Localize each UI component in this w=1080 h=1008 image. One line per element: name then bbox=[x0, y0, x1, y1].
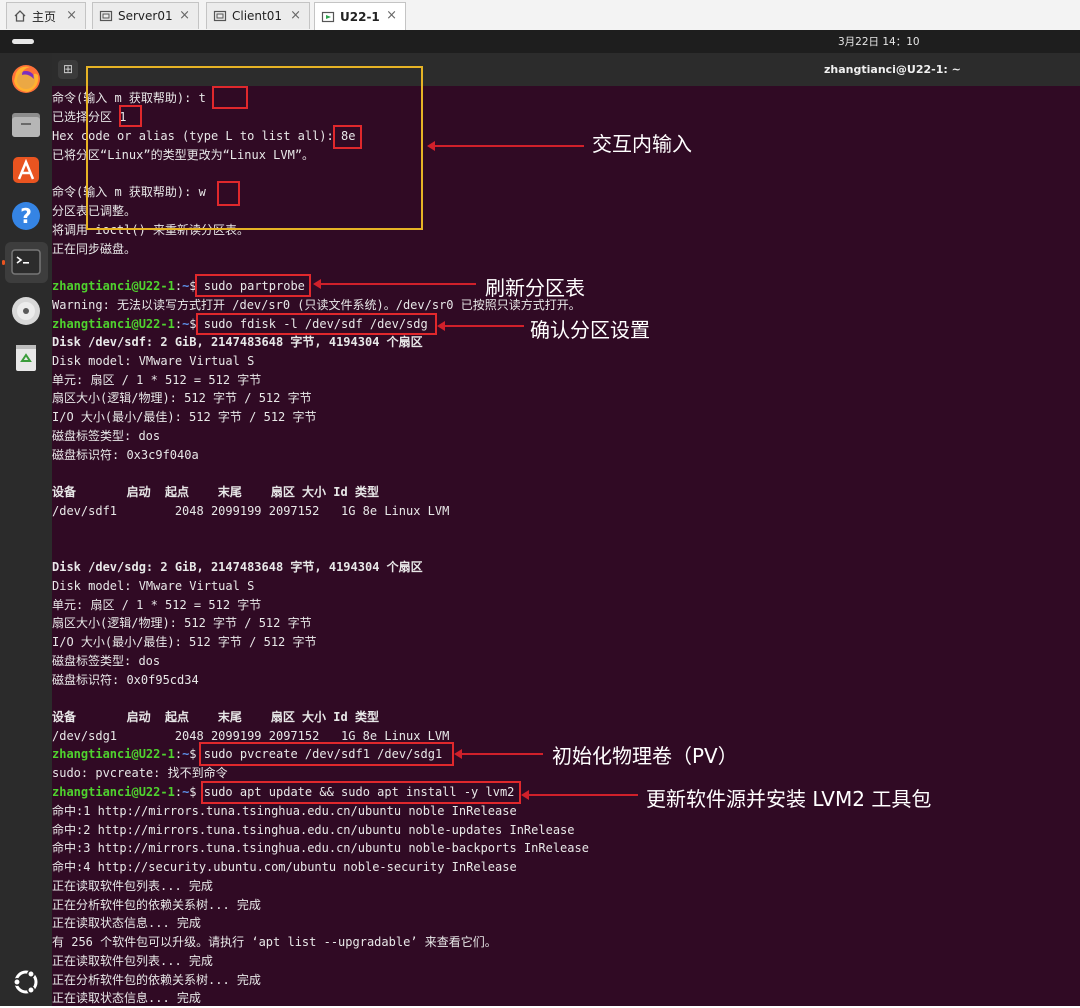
activities-indicator[interactable] bbox=[12, 39, 34, 44]
partprobe-command-box bbox=[195, 274, 311, 297]
vm-running-icon bbox=[321, 11, 335, 23]
terminal-line: 磁盘标签类型: dos bbox=[52, 654, 161, 668]
terminal-line: 扇区大小(逻辑/物理): 512 字节 / 512 字节 bbox=[52, 616, 312, 630]
input-t-box bbox=[212, 86, 248, 109]
terminal-line: 正在同步磁盘。 bbox=[52, 242, 137, 256]
annotation-arrow bbox=[313, 279, 476, 289]
desktop-top-bar: 3月22日 14：10 bbox=[0, 30, 1080, 53]
terminal-line: Disk /dev/sdf: 2 GiB, 2147483648 字节, 419… bbox=[52, 335, 423, 349]
dock: ? bbox=[0, 53, 52, 1006]
tab-label: Server01 bbox=[118, 9, 173, 23]
terminal-line: 正在读取软件包列表... 完成 bbox=[52, 879, 213, 893]
apt-command-box bbox=[201, 781, 521, 804]
terminal-line: Disk model: VMware Virtual S bbox=[52, 579, 255, 593]
terminal-title: zhangtianci@U22-1: ~ bbox=[824, 63, 961, 76]
tab-label: 主页 bbox=[32, 9, 57, 24]
prompt-user: zhangtianci@U22-1 bbox=[52, 317, 175, 331]
tab-close-icon[interactable]: × bbox=[290, 8, 301, 23]
terminal-line: 有 256 个软件包可以升级。请执行 ‘apt list --upgradabl… bbox=[52, 935, 497, 949]
tab-u22-1[interactable]: U22-1 × bbox=[314, 2, 406, 31]
input-8e-box bbox=[333, 125, 362, 149]
prompt-user: zhangtianci@U22-1 bbox=[52, 785, 175, 799]
terminal-line: 正在分析软件包的依赖关系树... 完成 bbox=[52, 898, 261, 912]
running-indicator bbox=[2, 260, 5, 265]
app-center-icon[interactable] bbox=[10, 154, 42, 186]
files-icon[interactable] bbox=[10, 108, 42, 140]
annotation-interactive-input: 交互内输入 bbox=[592, 132, 692, 156]
tab-server01[interactable]: Server01 × bbox=[92, 2, 199, 29]
fdisk-command-box bbox=[196, 313, 437, 335]
tab-label: U22-1 bbox=[340, 10, 380, 24]
terminal-line: 磁盘标识符: 0x3c9f040a bbox=[52, 448, 199, 462]
annotation-refresh-partition: 刷新分区表 bbox=[485, 276, 585, 300]
firefox-icon[interactable] bbox=[10, 63, 42, 95]
vm-tab-bar: 主页 × Server01 × Client01 × U22-1 × bbox=[0, 0, 1080, 31]
terminal-line: I/O 大小(最小/最佳): 512 字节 / 512 字节 bbox=[52, 635, 317, 649]
terminal-line: 命中:1 http://mirrors.tuna.tsinghua.edu.cn… bbox=[52, 804, 517, 818]
input-w-box bbox=[217, 181, 240, 206]
tab-label: Client01 bbox=[232, 9, 283, 23]
tab-close-icon[interactable]: × bbox=[66, 8, 77, 23]
tab-close-icon[interactable]: × bbox=[386, 8, 397, 23]
prompt-user: zhangtianci@U22-1 bbox=[52, 747, 175, 761]
interactive-input-highlight-box bbox=[86, 66, 423, 230]
trash-icon[interactable] bbox=[10, 341, 42, 373]
table-header: 设备 启动 起点 末尾 扇区 大小 Id 类型 bbox=[52, 485, 379, 499]
table-row: /dev/sdf1 2048 2099199 2097152 1G 8e Lin… bbox=[52, 504, 450, 518]
help-icon[interactable]: ? bbox=[10, 200, 42, 232]
annotation-init-pv: 初始化物理卷（PV） bbox=[552, 744, 738, 768]
annotation-arrow bbox=[454, 749, 543, 759]
terminal-line: Disk /dev/sdg: 2 GiB, 2147483648 字节, 419… bbox=[52, 560, 423, 574]
terminal-line: 命中:2 http://mirrors.tuna.tsinghua.edu.cn… bbox=[52, 823, 575, 837]
annotation-arrow bbox=[437, 321, 524, 331]
terminal-line: 单元: 扇区 / 1 * 512 = 512 字节 bbox=[52, 598, 262, 612]
terminal-line: Disk model: VMware Virtual S bbox=[52, 354, 255, 368]
pvcreate-command-box bbox=[199, 742, 454, 766]
vm-icon bbox=[213, 10, 227, 22]
prompt-separator: : bbox=[174, 747, 183, 761]
new-tab-icon[interactable]: ⊞ bbox=[58, 60, 78, 79]
terminal-line: 磁盘标识符: 0x0f95cd34 bbox=[52, 673, 199, 687]
prompt-user: zhangtianci@U22-1 bbox=[52, 279, 175, 293]
optical-disc-icon[interactable] bbox=[10, 295, 42, 327]
table-header: 设备 启动 起点 末尾 扇区 大小 Id 类型 bbox=[52, 710, 379, 724]
input-1-box bbox=[119, 105, 142, 127]
annotation-confirm-partition: 确认分区设置 bbox=[530, 318, 650, 342]
terminal-line: 正在分析软件包的依赖关系树... 完成 bbox=[52, 973, 261, 987]
home-icon bbox=[14, 10, 26, 22]
tab-home[interactable]: 主页 × bbox=[6, 2, 86, 29]
vm-icon bbox=[99, 10, 113, 22]
prompt-separator: : bbox=[174, 279, 183, 293]
ubuntu-logo-icon[interactable] bbox=[10, 966, 42, 998]
svg-text:?: ? bbox=[20, 204, 32, 228]
terminal-line: 正在读取软件包列表... 完成 bbox=[52, 954, 213, 968]
terminal-line: 扇区大小(逻辑/物理): 512 字节 / 512 字节 bbox=[52, 391, 312, 405]
prompt-separator: : bbox=[174, 785, 183, 799]
tab-close-icon[interactable]: × bbox=[179, 8, 190, 23]
annotation-arrow bbox=[521, 790, 638, 800]
terminal-line: 命中:3 http://mirrors.tuna.tsinghua.edu.cn… bbox=[52, 841, 589, 855]
prompt-separator: : bbox=[174, 317, 183, 331]
terminal-line: 磁盘标签类型: dos bbox=[52, 429, 161, 443]
terminal-line: 正在读取状态信息... 完成 bbox=[52, 916, 201, 930]
annotation-install-lvm2: 更新软件源并安装 LVM2 工具包 bbox=[646, 787, 932, 811]
terminal-line: 正在读取状态信息... 完成 bbox=[52, 991, 201, 1005]
terminal-line: I/O 大小(最小/最佳): 512 字节 / 512 字节 bbox=[52, 410, 317, 424]
terminal-icon[interactable] bbox=[10, 246, 42, 278]
annotation-arrow bbox=[427, 141, 584, 151]
terminal-line: 单元: 扇区 / 1 * 512 = 512 字节 bbox=[52, 373, 262, 387]
clock[interactable]: 3月22日 14：10 bbox=[838, 34, 920, 49]
tab-client01[interactable]: Client01 × bbox=[206, 2, 310, 29]
terminal-line: 命中:4 http://security.ubuntu.com/ubuntu n… bbox=[52, 860, 517, 874]
